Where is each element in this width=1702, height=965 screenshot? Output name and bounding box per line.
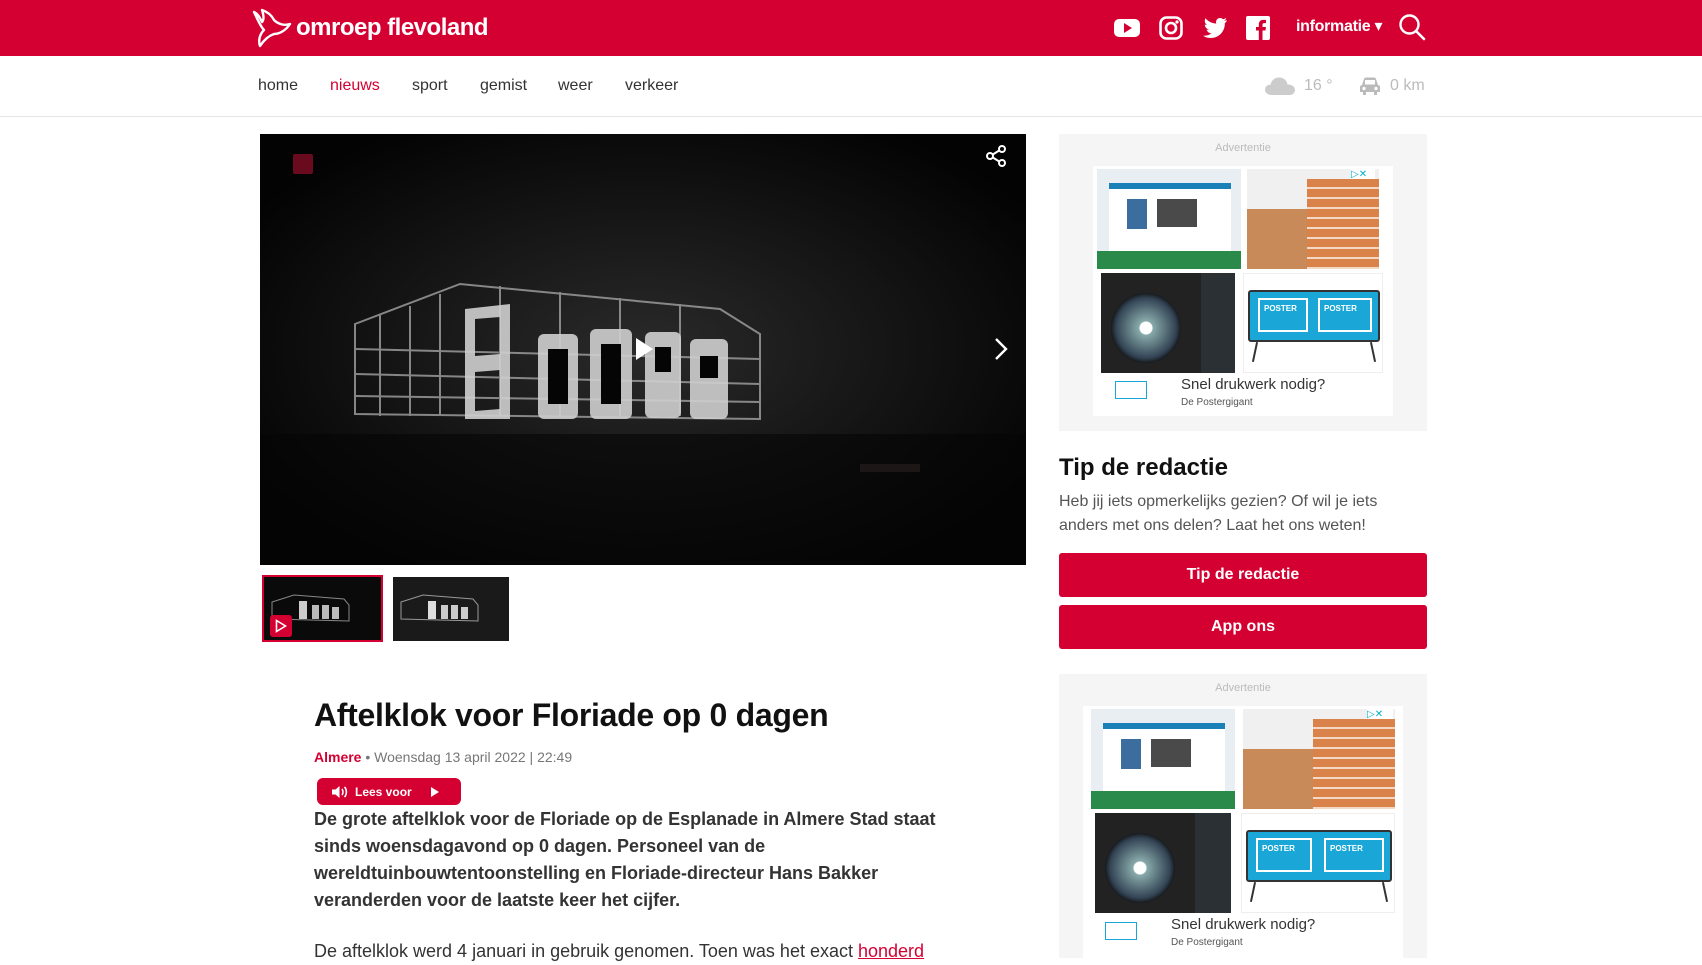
advertisement-2: Advertentie ▷✕ POSTER POSTER Snel drukwe… (1059, 674, 1427, 958)
next-slide-button[interactable] (994, 337, 1008, 366)
search-button[interactable] (1398, 13, 1426, 46)
adchoices-icon[interactable]: ▷✕ (1367, 709, 1393, 720)
tip-title: Tip de redactie (1059, 454, 1228, 481)
ad-banner[interactable]: ▷✕ POSTER POSTER Snel drukwerk nodig? De… (1083, 706, 1403, 958)
video-player[interactable] (260, 134, 1026, 565)
top-bar: omroep flevoland informatie ▾ (0, 0, 1702, 56)
ad-label: Advertentie (1215, 682, 1271, 694)
youtube-link[interactable] (1113, 14, 1141, 42)
nav-home[interactable]: home (258, 77, 298, 95)
ad-image-stairs: ▷✕ (1247, 169, 1379, 269)
temperature: 16 ° (1304, 77, 1333, 94)
video-thumbnail-2[interactable] (393, 577, 509, 641)
adchoices-icon[interactable]: ▷✕ (1351, 169, 1375, 180)
postergigant-logo-icon (1115, 381, 1147, 399)
ad-caption: Snel drukwerk nodig? (1171, 916, 1316, 933)
article-link[interactable]: honderd (858, 941, 924, 961)
poster-text: POSTER (1318, 298, 1372, 332)
tip-button[interactable]: Tip de redactie (1059, 553, 1427, 597)
ad-sponsor: De Postergigant (1171, 937, 1243, 948)
traffic-km: 0 km (1390, 77, 1425, 94)
play-icon (430, 786, 439, 797)
traffic-widget[interactable]: 0 km (1358, 76, 1425, 96)
nav-verkeer[interactable]: verkeer (625, 77, 678, 95)
weather-widget[interactable]: 16 ° (1264, 76, 1333, 96)
article-date: • Woensdag 13 april 2022 | 22:49 (361, 749, 573, 765)
twitter-link[interactable] (1201, 14, 1229, 42)
poster-text: POSTER (1256, 838, 1312, 872)
twitter-icon (1203, 18, 1227, 38)
facebook-icon (1246, 16, 1270, 40)
article-body: De aftelklok werd 4 januari in gebruik g… (314, 938, 954, 965)
article-title: Aftelklok voor Floriade op 0 dagen (314, 697, 829, 733)
advertisement-1: Advertentie ▷✕ POSTER POSTER Snel drukwe… (1059, 134, 1427, 431)
tip-text: Heb jij iets opmerkelijks gezien? Of wil… (1059, 493, 1378, 534)
read-aloud-button[interactable]: Lees voor (317, 778, 461, 805)
article-body-text: De aftelklok werd 4 januari in gebruik g… (314, 941, 858, 961)
play-icon (636, 338, 653, 360)
share-button[interactable] (984, 144, 1008, 173)
postergigant-logo-icon (1105, 922, 1137, 940)
ad-label: Advertentie (1215, 142, 1271, 154)
article-lead: De grote aftelklok voor de Floriade op d… (314, 809, 936, 910)
article-meta: Almere • Woensdag 13 april 2022 | 22:49 (314, 749, 572, 765)
video-badge (270, 615, 292, 637)
instagram-icon (1159, 16, 1183, 40)
channel-logo-icon (293, 154, 313, 174)
poster-text: POSTER (1258, 298, 1308, 332)
search-icon (1399, 14, 1426, 41)
play-outline-icon (275, 619, 287, 633)
ad-image-booth (1097, 169, 1241, 269)
logo-text: omroep flevoland (296, 14, 489, 41)
ad-image-car (1101, 273, 1235, 373)
main-nav: home nieuws sport gemist weer verkeer 16… (0, 56, 1702, 117)
youtube-icon (1114, 19, 1140, 37)
ad-image-poster-frames: POSTER POSTER (1241, 813, 1395, 913)
chevron-right-icon (995, 338, 1008, 360)
share-icon (986, 145, 1006, 167)
article-location[interactable]: Almere (314, 749, 361, 765)
nav-weer[interactable]: weer (558, 77, 593, 95)
site-logo[interactable]: omroep flevoland (250, 6, 489, 50)
ad-image-car (1095, 813, 1231, 913)
nav-gemist[interactable]: gemist (480, 77, 527, 95)
facebook-link[interactable] (1244, 14, 1272, 42)
cloud-icon (1265, 77, 1295, 95)
ad-sponsor: De Postergigant (1181, 397, 1253, 408)
play-button[interactable] (634, 337, 654, 366)
poster-text: POSTER (1324, 838, 1384, 872)
thumbnail-still (393, 577, 509, 641)
car-icon (1360, 77, 1380, 95)
video-thumbnail-1[interactable] (262, 575, 383, 642)
instagram-link[interactable] (1157, 14, 1185, 42)
nav-sport[interactable]: sport (412, 77, 448, 95)
read-aloud-label: Lees voor (355, 784, 412, 799)
ad-banner[interactable]: ▷✕ POSTER POSTER Snel drukwerk nodig? De… (1093, 166, 1393, 416)
bird-logo-icon (252, 8, 292, 48)
ad-image-stairs: ▷✕ (1243, 709, 1395, 809)
info-menu[interactable]: informatie ▾ (1296, 16, 1383, 36)
ad-caption: Snel drukwerk nodig? (1181, 376, 1326, 393)
app-button[interactable]: App ons (1059, 605, 1427, 649)
nav-nieuws[interactable]: nieuws (330, 77, 380, 95)
speaker-icon (332, 785, 348, 798)
ad-image-booth (1091, 709, 1235, 809)
ad-image-poster-frames: POSTER POSTER (1243, 273, 1383, 373)
